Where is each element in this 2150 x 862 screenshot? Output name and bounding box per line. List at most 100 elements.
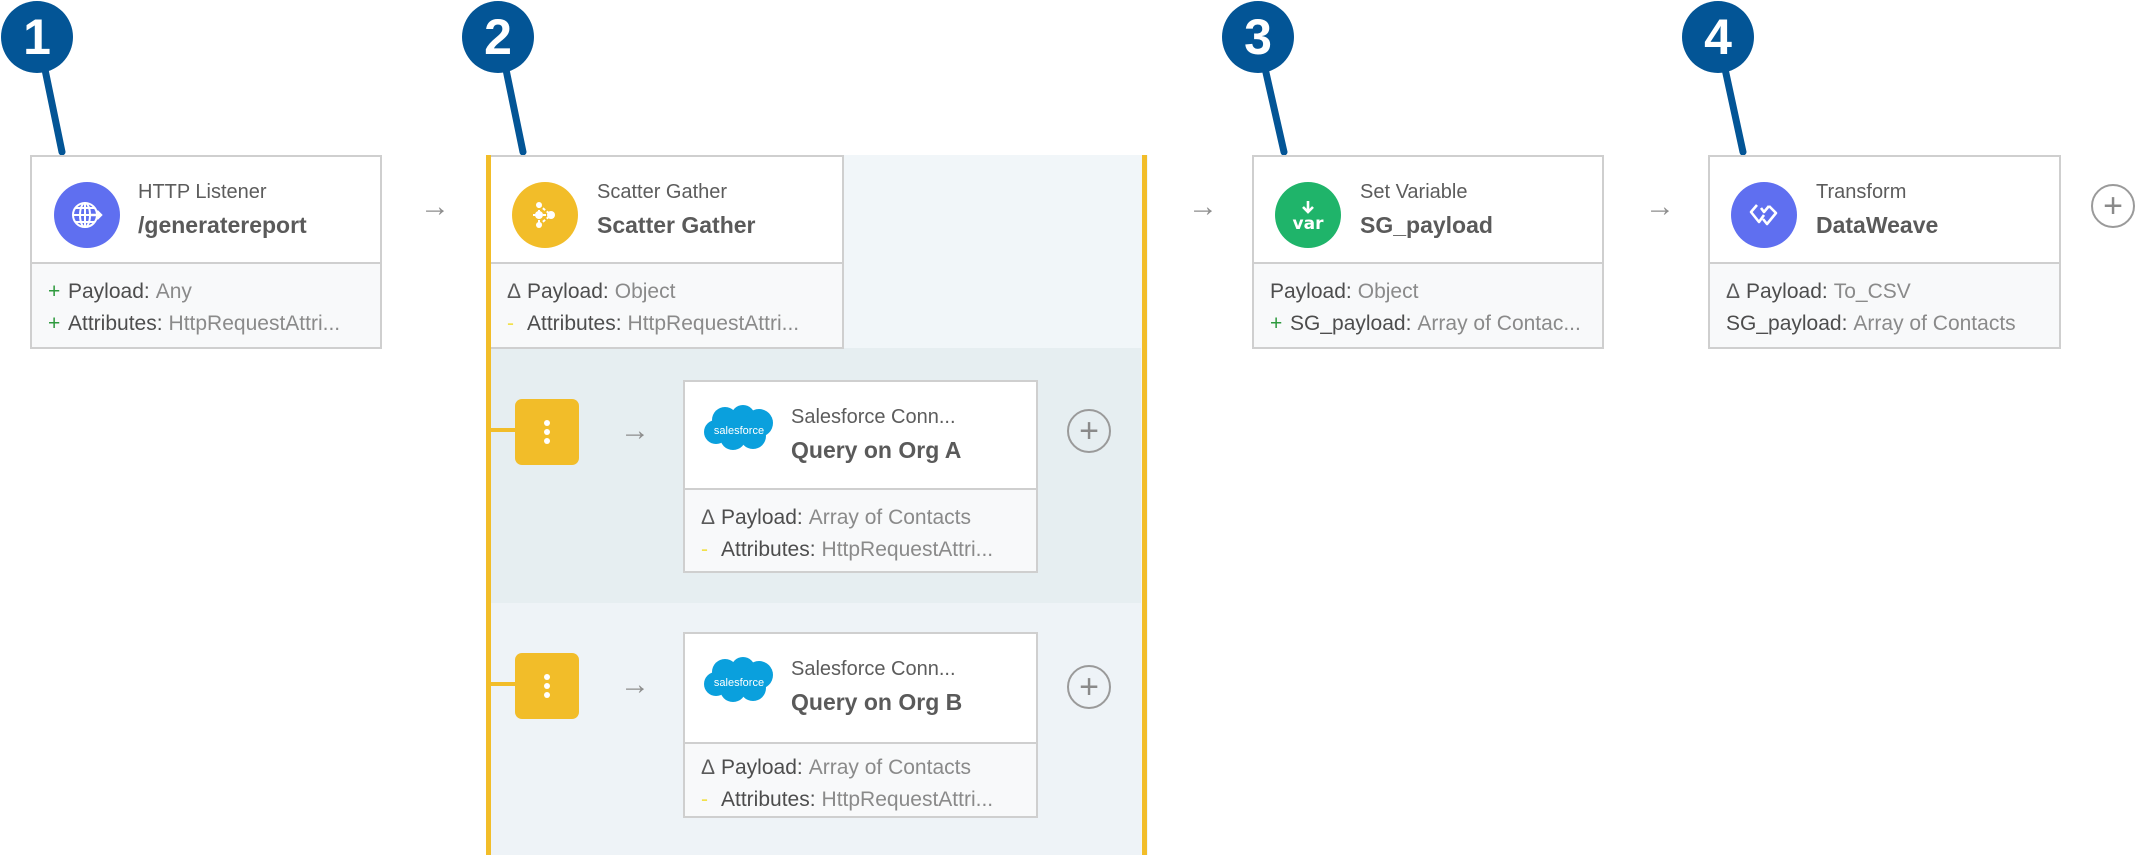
route-1-arrow: →: [620, 414, 650, 447]
plus-icon: +: [1079, 668, 1099, 706]
card-header: salesforce Salesforce Conn... Query on O…: [685, 382, 1036, 490]
route-1-connector: [491, 428, 516, 432]
scatter-gather-card[interactable]: Scatter Gather Scatter Gather Δ Payload: O…: [491, 155, 844, 349]
row-value: Array of Contacts: [808, 756, 971, 779]
removed-mark: -: [701, 538, 708, 561]
metadata-row: Δ Payload: Object: [507, 276, 842, 308]
route-2-connector: [491, 682, 516, 686]
row-value: To_CSV: [1833, 280, 1911, 303]
metadata-row: - Attributes: HttpRequestAttri...: [701, 534, 1036, 566]
route-1-add-button[interactable]: +: [1067, 409, 1111, 453]
removed-mark: -: [701, 788, 708, 811]
component-name: Query on Org B: [791, 689, 963, 715]
plus-icon: +: [2103, 187, 2123, 225]
metadata-row: - Attributes: HttpRequestAttri...: [507, 308, 842, 340]
metadata-row: Δ Payload: Array of Contacts: [701, 502, 1036, 534]
component-name: DataWeave: [1816, 212, 1939, 238]
card-header: var Set Variable SG_payload: [1254, 157, 1602, 264]
added-mark: +: [1270, 312, 1283, 335]
row-value: Object: [1357, 280, 1419, 303]
metadata-row: SG_payload: Array of Contacts: [1726, 308, 2059, 340]
metadata-row: Δ Payload: Array of Contacts: [701, 752, 1036, 784]
route-2-add-button[interactable]: +: [1067, 665, 1111, 709]
row-key: Payload:: [68, 280, 150, 303]
dataweave-icon: [1731, 182, 1797, 248]
row-key: Payload:: [527, 280, 609, 303]
globe-arrow-icon: [54, 182, 120, 248]
row-value: Array of Contacts: [808, 506, 971, 529]
metadata-panel: Δ Payload: To_CSV SG_payload: Array of Cont…: [1710, 264, 2059, 347]
component-name: SG_payload: [1360, 212, 1493, 238]
flow-arrow-1: →: [420, 190, 450, 223]
metadata-panel: Δ Payload: Array of Contacts - Attributes: H…: [685, 744, 1036, 816]
add-component-button[interactable]: +: [2091, 184, 2135, 228]
metadata-row: Δ Payload: To_CSV: [1726, 276, 2059, 308]
svg-text:salesforce: salesforce: [714, 425, 764, 437]
route-1-menu-button[interactable]: [515, 399, 579, 465]
row-key: Payload:: [721, 506, 803, 529]
card-header: Scatter Gather Scatter Gather: [491, 157, 842, 264]
component-type: Scatter Gather: [597, 181, 728, 203]
changed-mark: Δ: [1726, 280, 1741, 303]
row-value: Array of Contac...: [1417, 312, 1581, 335]
more-vertical-icon: [544, 420, 550, 444]
card-header: HTTP Listener /generatereport: [32, 157, 380, 264]
row-value: HttpRequestAttri...: [821, 538, 994, 561]
metadata-panel: + Payload: Any + Attributes: HttpRequestAttr…: [32, 264, 380, 347]
salesforce-query-org-a-card[interactable]: salesforce Salesforce Conn... Query on O…: [683, 380, 1038, 573]
row-key: Attributes:: [68, 312, 163, 335]
transform-card[interactable]: Transform DataWeave Δ Payload: To_CSV SG_p…: [1708, 155, 2061, 349]
component-type: Salesforce Conn...: [791, 658, 956, 680]
more-vertical-icon: [544, 674, 550, 698]
callout-badge-4: 4: [1682, 1, 1754, 73]
salesforce-icon: salesforce: [703, 404, 775, 457]
metadata-row: + Attributes: HttpRequestAttri...: [48, 308, 380, 340]
http-listener-card[interactable]: HTTP Listener /generatereport + Payload: A…: [30, 155, 382, 349]
callout-badge-2: 2: [462, 1, 534, 73]
changed-mark: Δ: [701, 756, 716, 779]
plus-icon: +: [1079, 412, 1099, 450]
callout-badge-1: 1: [1, 1, 73, 73]
component-type: Transform: [1816, 181, 1907, 203]
added-mark: +: [48, 280, 61, 303]
row-value: Array of Contacts: [1853, 312, 2016, 335]
row-key: SG_payload:: [1290, 312, 1412, 335]
row-key: Payload:: [1270, 280, 1352, 303]
metadata-panel: Payload: Object + SG_payload: Array of Cont…: [1254, 264, 1602, 347]
var-label: var: [1292, 213, 1324, 234]
row-key: SG_payload:: [1726, 312, 1848, 335]
salesforce-query-org-b-card[interactable]: salesforce Salesforce Conn... Query on O…: [683, 632, 1038, 818]
row-key: Attributes:: [721, 538, 816, 561]
route-2-arrow: →: [620, 668, 650, 701]
row-value: HttpRequestAttri...: [168, 312, 341, 335]
row-key: Payload:: [721, 756, 803, 779]
route-2-menu-button[interactable]: [515, 653, 579, 719]
changed-mark: Δ: [507, 280, 522, 303]
added-mark: +: [48, 312, 61, 335]
component-type: HTTP Listener: [138, 181, 267, 203]
metadata-panel: Δ Payload: Array of Contacts - Attributes: H…: [685, 490, 1036, 571]
row-key: Payload:: [1746, 280, 1828, 303]
set-variable-icon: var: [1275, 182, 1341, 248]
set-variable-card[interactable]: var Set Variable SG_payload Payload: Obje…: [1252, 155, 1604, 349]
metadata-row: - Attributes: HttpRequestAttri...: [701, 784, 1036, 816]
row-key: Attributes:: [721, 788, 816, 811]
metadata-row: Payload: Object: [1270, 276, 1602, 308]
metadata-panel: Δ Payload: Object - Attributes: HttpRequestA…: [491, 264, 842, 347]
scatter-gather-icon: [512, 182, 578, 248]
card-header: salesforce Salesforce Conn... Query on O…: [685, 634, 1036, 744]
removed-mark: -: [507, 312, 514, 335]
salesforce-icon: salesforce: [703, 656, 775, 709]
svg-text:salesforce: salesforce: [714, 677, 764, 689]
scatter-gather-right-border: [1142, 155, 1147, 855]
component-type: Salesforce Conn...: [791, 406, 956, 428]
component-type: Set Variable: [1360, 181, 1468, 203]
card-header: Transform DataWeave: [1710, 157, 2059, 264]
flow-arrow-2: →: [1188, 190, 1218, 223]
component-name: Query on Org A: [791, 437, 962, 463]
row-value: HttpRequestAttri...: [627, 312, 800, 335]
callout-badge-3: 3: [1222, 1, 1294, 73]
row-key: Attributes:: [527, 312, 622, 335]
metadata-row: + SG_payload: Array of Contac...: [1270, 308, 1602, 340]
row-value: Any: [155, 280, 192, 303]
